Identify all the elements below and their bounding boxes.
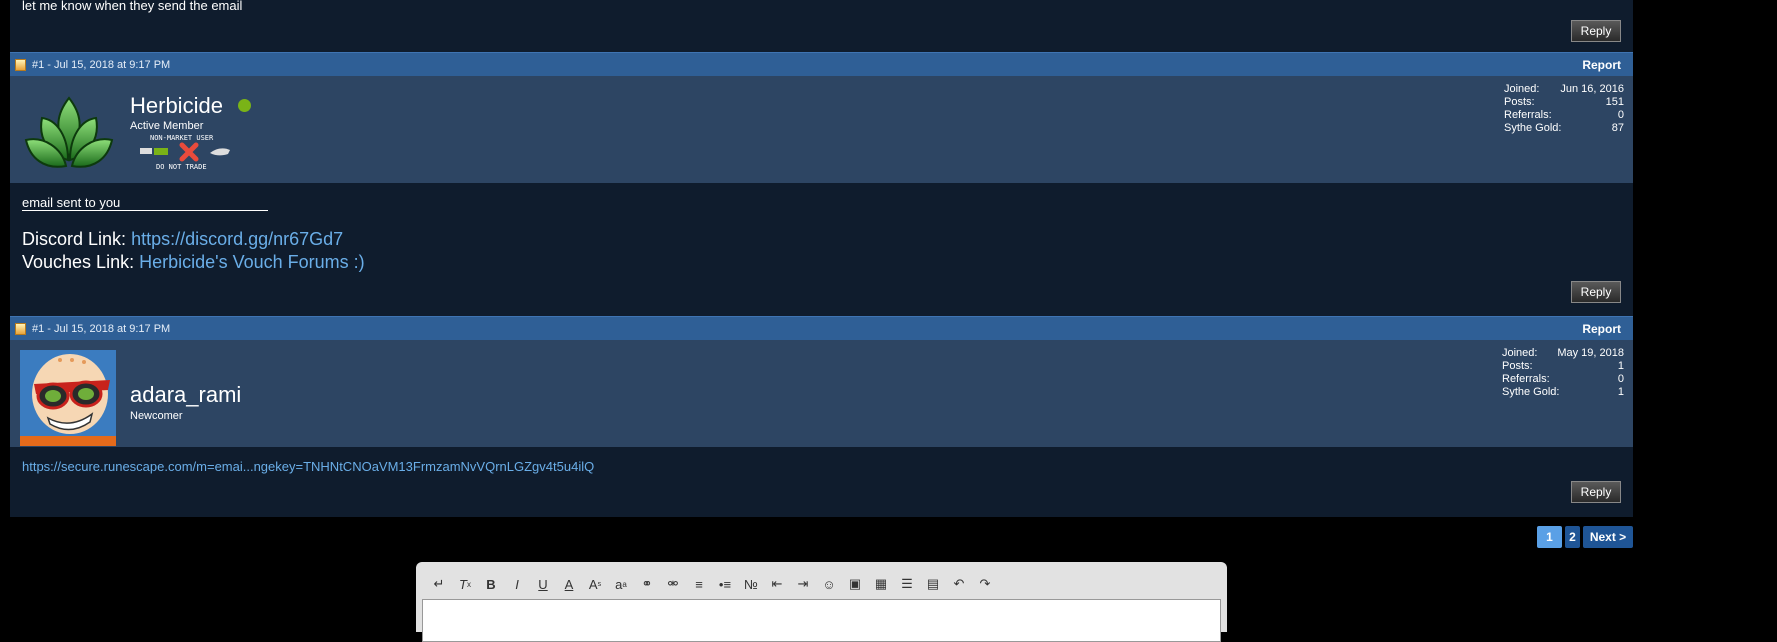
badge-bottom-text: DO NOT TRADE — [156, 163, 207, 171]
open-hand-icon — [210, 148, 230, 156]
vouches-link[interactable]: Herbicide's Vouch Forums :) — [139, 252, 365, 272]
stat-posts: Posts: 151 — [1504, 96, 1624, 108]
quote-icon[interactable]: ☰ — [894, 574, 920, 594]
smilie-icon[interactable]: ☺ — [816, 574, 842, 594]
post-link[interactable]: https://secure.runescape.com/m=emai...ng… — [22, 459, 594, 474]
undo-icon[interactable]: ↶ — [946, 574, 972, 594]
reply-button[interactable]: Reply — [1571, 20, 1621, 42]
report-link[interactable]: Report — [1582, 322, 1621, 336]
stat-sythe-gold: Sythe Gold: 87 — [1504, 122, 1624, 134]
media-icon[interactable]: ▦ — [868, 574, 894, 594]
user-badge: NON-MARKET USER DO NOT TRADE — [138, 134, 238, 172]
post-document-icon — [15, 58, 26, 71]
font-family-icon[interactable]: aa — [608, 574, 634, 594]
stat-joined: Joined: May 19, 2018 — [1502, 347, 1624, 359]
discord-link[interactable]: https://discord.gg/nr67Gd7 — [131, 229, 343, 249]
font-color-icon[interactable]: A — [556, 574, 582, 594]
signature-discord: Discord Link: https://discord.gg/nr67Gd7 — [22, 229, 344, 249]
save-draft-icon[interactable]: ▤ — [920, 574, 946, 594]
username[interactable]: Herbicide — [130, 93, 223, 119]
post-body: email sent to you Discord Link: https://… — [10, 183, 1633, 316]
italic-icon[interactable]: I — [504, 574, 530, 594]
prev-post-body: let me know when they send the email Rep… — [10, 0, 1633, 52]
user-stats: Joined: Jun 16, 2016 Posts: 151 Referrals:… — [1504, 83, 1624, 135]
stat-posts: Posts: 1 — [1502, 360, 1624, 372]
post-message: email sent to you — [22, 195, 121, 210]
unlink-icon[interactable]: ⚮ — [660, 574, 686, 594]
avatar[interactable] — [22, 94, 116, 174]
avatar[interactable] — [20, 350, 116, 446]
redo-icon[interactable]: ↷ — [972, 574, 998, 594]
page-1-button[interactable]: 1 — [1537, 526, 1562, 548]
bullet-list-icon[interactable]: •≡ — [712, 574, 738, 594]
username[interactable]: adara_rami — [130, 382, 241, 408]
remove-format-icon[interactable]: Tx — [452, 574, 478, 594]
reply-button[interactable]: Reply — [1571, 481, 1621, 503]
reply-button[interactable]: Reply — [1571, 281, 1621, 303]
post-body: https://secure.runescape.com/m=emai...ng… — [10, 447, 1633, 517]
signature-divider — [22, 210, 268, 211]
next-page-button[interactable]: Next > — [1583, 526, 1633, 548]
stat-referrals: Referrals: 0 — [1502, 373, 1624, 385]
signature-vouches: Vouches Link: Herbicide's Vouch Forums :… — [22, 252, 365, 272]
bold-icon[interactable]: B — [478, 574, 504, 594]
post-header: #1 - Jul 15, 2018 at 9:17 PM Report — [10, 316, 1633, 340]
post-document-icon — [15, 322, 26, 335]
post-permalink[interactable]: #1 - Jul 15, 2018 at 9:17 PM — [32, 323, 170, 335]
badge-top-text: NON-MARKET USER — [150, 134, 214, 142]
outdent-icon[interactable]: ⇤ — [764, 574, 790, 594]
number-list-icon[interactable]: № — [738, 574, 764, 594]
handshake-icon — [140, 148, 168, 155]
align-icon[interactable]: ≡ — [686, 574, 712, 594]
report-link[interactable]: Report — [1582, 58, 1621, 72]
page-2-button[interactable]: 2 — [1565, 526, 1580, 548]
reply-editor: ↵ Tx B I U A As aa ⚭ ⚮ ≡ •≡ № ⇤ ⇥ ☺ ▣ ▦ … — [416, 562, 1227, 642]
editor-toolbar: ↵ Tx B I U A As aa ⚭ ⚮ ≡ •≡ № ⇤ ⇥ ☺ ▣ ▦ … — [426, 574, 998, 594]
stat-referrals: Referrals: 0 — [1504, 109, 1624, 121]
prev-post-text: let me know when they send the email — [22, 0, 243, 13]
user-stats: Joined: May 19, 2018 Posts: 1 Referrals: 0 … — [1502, 347, 1624, 399]
insert-icon[interactable]: ↵ — [426, 574, 452, 594]
indent-icon[interactable]: ⇥ — [790, 574, 816, 594]
font-size-icon[interactable]: As — [582, 574, 608, 594]
stat-joined: Joined: Jun 16, 2016 — [1504, 83, 1624, 95]
stat-sythe-gold: Sythe Gold: 1 — [1502, 386, 1624, 398]
do-not-trade-x-icon — [179, 142, 199, 162]
pagination: 1 2 Next > — [1537, 526, 1633, 548]
link-icon[interactable]: ⚭ — [634, 574, 660, 594]
user-rank: Active Member — [130, 120, 204, 132]
user-rank: Newcomer — [130, 410, 183, 422]
image-icon[interactable]: ▣ — [842, 574, 868, 594]
user-bar: adara_rami Newcomer Joined: May 19, 2018 … — [10, 340, 1633, 447]
online-status-icon — [238, 99, 251, 112]
user-bar: Herbicide Active Member NON-MARKET USER … — [10, 76, 1633, 183]
post-permalink[interactable]: #1 - Jul 15, 2018 at 9:17 PM — [32, 59, 170, 71]
post-header: #1 - Jul 15, 2018 at 9:17 PM Report — [10, 52, 1633, 76]
thread: let me know when they send the email Rep… — [10, 0, 1633, 517]
underline-icon[interactable]: U — [530, 574, 556, 594]
